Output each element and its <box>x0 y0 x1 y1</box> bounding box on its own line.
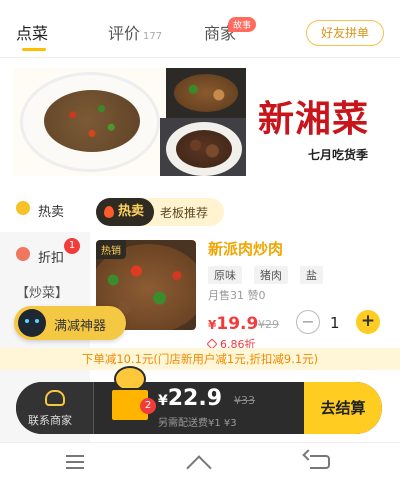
dish-name[interactable]: 新派肉炒肉 <box>208 238 283 259</box>
contact-merchant-button[interactable]: 联系商家 <box>16 382 94 434</box>
banner-title: 新湘菜 <box>258 98 370 140</box>
dish-original-price: ¥29 <box>258 318 279 331</box>
cart-count-badge: 2 <box>140 398 156 414</box>
discount-count-badge: 1 <box>64 238 80 254</box>
tab-order-label: 点菜 <box>16 24 49 43</box>
section-subtitle: 老板推荐 <box>160 206 209 220</box>
price-value: 19.9 <box>216 314 259 334</box>
active-tab-indicator <box>22 48 46 51</box>
hot-pill: 热卖 <box>96 198 154 226</box>
hot-sale-tag: 热销 <box>96 240 126 259</box>
headset-icon <box>45 390 65 406</box>
checkout-button[interactable]: 去结算 <box>304 382 382 434</box>
cart-original-total: ¥33 <box>234 394 255 407</box>
menu-content: 热卖 老板推荐 热销 新派肉炒肉 原味 猪肉 盐 月售31 赞0 ¥19.9 ¥… <box>90 186 400 481</box>
story-badge: 故事 <box>228 17 257 32</box>
total-currency: ¥ <box>158 393 168 409</box>
tab-review[interactable]: 评价 177 <box>108 20 162 44</box>
section-header-hot: 热卖 老板推荐 <box>96 198 224 226</box>
delivery-fee: 另需配送费¥1 ¥3 <box>158 418 237 429</box>
sidebar-item-discount[interactable]: 折扣 1 <box>0 232 90 278</box>
total-value: 22.9 <box>167 386 223 411</box>
hot-icon <box>16 201 30 215</box>
dish-sales: 月售31 赞0 <box>208 289 266 302</box>
dish-attr: 猪肉 <box>254 266 288 284</box>
group-order-button[interactable]: 好友拼单 <box>306 20 384 46</box>
tab-review-label: 评价 <box>108 24 141 43</box>
sidebar-item-label: 折扣 <box>38 251 65 266</box>
hot-pill-label: 热卖 <box>118 204 145 219</box>
sidebar-item-stir-fry[interactable]: 【炒菜】 <box>0 278 90 308</box>
contact-merchant-label: 联系商家 <box>28 414 72 427</box>
cart-mascot-icon[interactable] <box>108 366 152 426</box>
sidebar-item-label: 热卖 <box>38 205 65 220</box>
dish-attr: 原味 <box>208 266 242 284</box>
promo-tool-button[interactable]: 满减神器 <box>14 306 126 340</box>
dish-attr: 盐 <box>300 266 323 284</box>
discount-icon <box>16 247 30 261</box>
back-icon[interactable] <box>310 455 330 469</box>
review-count: 177 <box>143 31 163 42</box>
decrease-quantity-button[interactable]: − <box>296 310 320 334</box>
promo-tool-label: 满减神器 <box>54 319 107 334</box>
cart-bar: 联系商家 2 ¥22.9 ¥33 另需配送费¥1 ¥3 去结算 <box>16 366 382 434</box>
banner-subtitle: 七月吃货季 <box>308 148 369 162</box>
dish-photo-small-1 <box>166 68 246 118</box>
store-tabs: 点菜 评价 177 商家 故事 好友拼单 <box>0 0 400 58</box>
dish-photo-small-2 <box>160 118 246 176</box>
tab-order[interactable]: 点菜 <box>16 20 48 44</box>
cart-total: ¥22.9 <box>158 386 222 411</box>
sidebar-item-hot[interactable]: 热卖 <box>0 186 90 232</box>
discount-summary-strip: 下单减10.1元(门店新用户减1元,折扣减9.1元) <box>0 348 400 370</box>
robot-icon <box>18 309 46 337</box>
home-icon[interactable] <box>186 453 212 471</box>
dish-quantity: 1 <box>330 314 340 332</box>
flame-icon <box>104 206 114 218</box>
dish-price: ¥19.9 <box>208 314 258 334</box>
dish-photo-main <box>14 68 166 176</box>
sidebar-item-label: 【炒菜】 <box>16 286 69 301</box>
system-nav-bar <box>0 442 400 481</box>
promo-banner[interactable]: 新湘菜 七月吃货季 <box>12 68 388 176</box>
menu-icon[interactable] <box>66 455 84 469</box>
increase-quantity-button[interactable]: + <box>356 310 380 334</box>
